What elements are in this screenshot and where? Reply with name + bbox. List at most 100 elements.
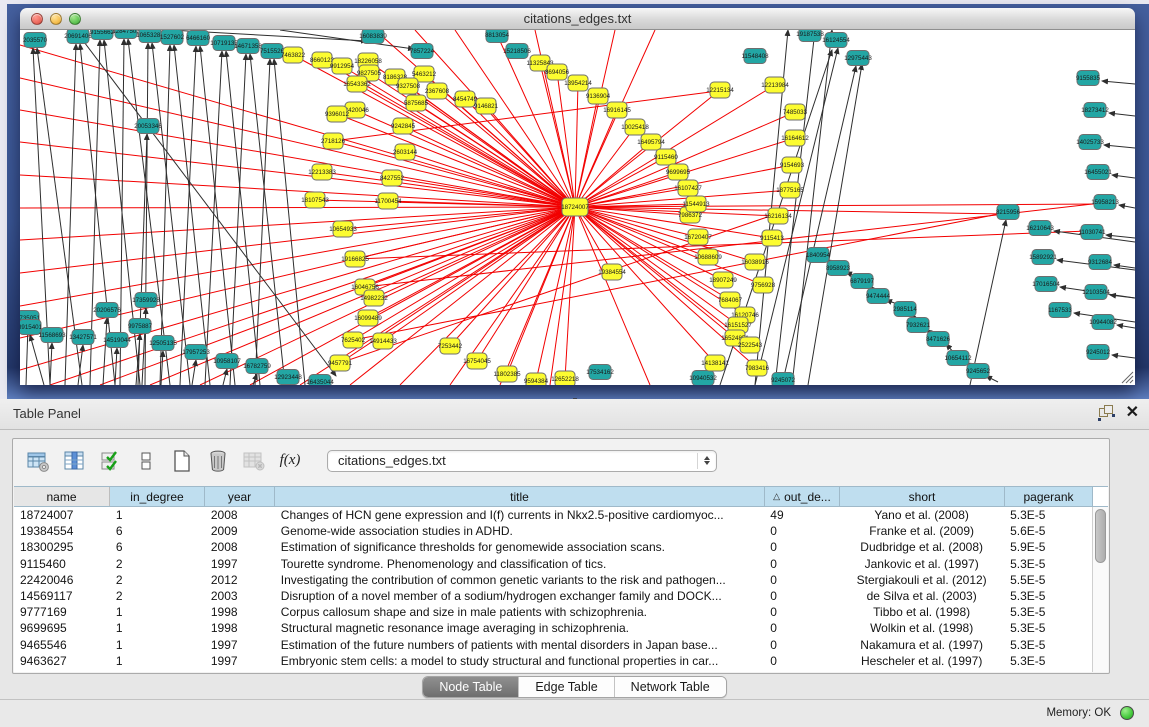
graph-node[interactable]: 9396012 bbox=[325, 106, 350, 122]
graph-node[interactable]: 9146821 bbox=[474, 98, 499, 114]
column-header-short[interactable]: short bbox=[840, 487, 1005, 506]
graph-node[interactable]: 12215134 bbox=[706, 82, 734, 98]
table-row[interactable]: 946362711997Embryonic stem cells: a mode… bbox=[14, 653, 1092, 669]
column-header-title[interactable]: title bbox=[275, 487, 765, 506]
graph-node[interactable]: 16782759 bbox=[243, 359, 271, 374]
graph-node[interactable]: 9474444 bbox=[866, 289, 891, 304]
scrollbar-thumb[interactable] bbox=[1095, 509, 1106, 563]
table-row[interactable]: 946554611997Estimation of the future num… bbox=[14, 637, 1092, 653]
graph-node[interactable]: 7463822 bbox=[281, 47, 306, 63]
graph-node[interactable]: 7485033 bbox=[783, 104, 808, 120]
graph-node[interactable]: 9155835 bbox=[1076, 71, 1101, 86]
graph-node[interactable]: 14914433 bbox=[369, 333, 397, 349]
graph-node[interactable]: 13954214 bbox=[564, 75, 592, 91]
graph-node[interactable]: 9699695 bbox=[666, 164, 691, 180]
graph-node[interactable]: 16210643 bbox=[1026, 221, 1054, 236]
graph-node[interactable]: 7253442 bbox=[438, 338, 463, 354]
delete-table-icon[interactable] bbox=[241, 448, 267, 474]
graph-node[interactable]: 11544913 bbox=[682, 196, 710, 212]
column-header-pagerank[interactable]: pagerank bbox=[1005, 487, 1093, 506]
graph-node[interactable]: 9115460 bbox=[654, 149, 678, 165]
column-header-year[interactable]: year bbox=[205, 487, 275, 506]
graph-node[interactable]: 10940532 bbox=[689, 371, 717, 386]
graph-node[interactable]: 10944082 bbox=[1089, 315, 1117, 330]
graph-node[interactable]: 12213984 bbox=[761, 77, 789, 93]
graph-node[interactable]: 7932621 bbox=[906, 318, 931, 333]
graph-node[interactable]: 1840954 bbox=[806, 248, 831, 263]
graph-node[interactable]: 12505135 bbox=[149, 336, 177, 351]
graph-node[interactable]: 1527602 bbox=[160, 30, 185, 45]
table-row[interactable]: 969969511998Structural magnetic resonanc… bbox=[14, 620, 1092, 636]
table-row[interactable]: 1938455462009Genome-wide association stu… bbox=[14, 523, 1092, 539]
graph-node[interactable]: 10654933 bbox=[329, 221, 357, 237]
graph-node[interactable]: 2367608 bbox=[425, 83, 450, 99]
minimize-window-button[interactable] bbox=[50, 13, 62, 25]
graph-node[interactable]: 8471626 bbox=[926, 332, 951, 347]
close-window-button[interactable] bbox=[31, 13, 43, 25]
graph-node[interactable]: 9154693 bbox=[780, 157, 805, 173]
graph-node[interactable]: 17534162 bbox=[586, 365, 614, 380]
graph-node[interactable]: 9245012 bbox=[1086, 345, 1111, 360]
graph-node[interactable]: 9245072 bbox=[771, 373, 796, 386]
graph-node[interactable]: 9312684 bbox=[1088, 255, 1113, 270]
graph-node[interactable]: 14519044 bbox=[103, 333, 131, 348]
graph-node[interactable]: 9136904 bbox=[586, 88, 611, 104]
graph-node[interactable]: 8694056 bbox=[545, 64, 570, 80]
graph-node[interactable]: 5875685 bbox=[404, 95, 429, 111]
graph-node[interactable]: 20691406 bbox=[64, 30, 92, 44]
graph-node[interactable]: 18107543 bbox=[301, 192, 329, 208]
close-panel-icon[interactable]: ✕ bbox=[1126, 405, 1139, 420]
function-builder-icon[interactable]: f(x) bbox=[277, 448, 303, 474]
graph-node[interactable]: 16124554 bbox=[822, 33, 850, 48]
graph-node[interactable]: 20206576 bbox=[93, 303, 121, 318]
graph-node[interactable]: 9155662 bbox=[90, 30, 115, 40]
row-height-icon[interactable] bbox=[133, 448, 159, 474]
graph-node[interactable]: 16083839 bbox=[359, 30, 387, 44]
graph-node[interactable]: 15958213 bbox=[1091, 195, 1119, 210]
graph-node[interactable]: 10958107 bbox=[213, 354, 241, 369]
table-row[interactable]: 977716911998Corpus callosum shape and si… bbox=[14, 604, 1092, 620]
graph-node[interactable]: 15892921 bbox=[1029, 250, 1057, 265]
graph-node[interactable]: 14982232 bbox=[360, 290, 388, 306]
column-header-name[interactable]: name bbox=[14, 487, 110, 506]
graph-node[interactable]: 2035570 bbox=[23, 33, 48, 48]
column-header-out_de[interactable]: △out_de... bbox=[765, 487, 840, 506]
network-window-titlebar[interactable]: citations_edges.txt bbox=[20, 8, 1135, 30]
tab-edge-table[interactable]: Edge Table bbox=[519, 677, 614, 697]
graph-node[interactable]: 16435044 bbox=[306, 375, 334, 386]
graph-node[interactable]: 7983416 bbox=[745, 360, 770, 376]
new-column-icon[interactable] bbox=[169, 448, 195, 474]
select-rows-icon[interactable] bbox=[97, 448, 123, 474]
graph-node[interactable]: 18724007 bbox=[561, 198, 589, 216]
table-row[interactable]: 2242004622012Investigating the contribut… bbox=[14, 572, 1092, 588]
graph-node[interactable]: 9242845 bbox=[391, 118, 416, 134]
graph-node[interactable]: 20053346 bbox=[134, 119, 162, 134]
graph-node[interactable]: 16099489 bbox=[354, 310, 382, 326]
graph-node[interactable]: 19166825 bbox=[341, 251, 369, 267]
graph-node[interactable]: 19384554 bbox=[598, 264, 626, 280]
graph-node[interactable]: 6466160 bbox=[186, 31, 211, 46]
graph-node[interactable]: 9756928 bbox=[751, 277, 776, 293]
graph-node[interactable]: 6879197 bbox=[850, 274, 875, 289]
table-row[interactable]: 1830029562008Estimation of significance … bbox=[14, 539, 1092, 555]
graph-node[interactable]: 11030741 bbox=[1078, 225, 1106, 240]
graph-node[interactable]: 10654112 bbox=[944, 351, 972, 366]
graph-node[interactable]: 7857224 bbox=[410, 44, 435, 59]
resize-grip[interactable] bbox=[1122, 372, 1133, 383]
graph-node[interactable]: 9975887 bbox=[128, 319, 153, 334]
table-selector-dropdown[interactable]: citations_edges.txt bbox=[327, 450, 717, 472]
graph-node[interactable]: 14671358 bbox=[234, 39, 262, 54]
tab-node-table[interactable]: Node Table bbox=[423, 677, 519, 697]
network-canvas[interactable]: 2035570206914069155662128475031065328715… bbox=[20, 30, 1135, 385]
network-window[interactable]: citations_edges.txt 2035570 2069140691556… bbox=[20, 8, 1135, 385]
graph-node[interactable]: 18273412 bbox=[1081, 103, 1109, 118]
graph-node[interactable]: 8813054 bbox=[485, 30, 510, 43]
graph-node[interactable]: 11802385 bbox=[493, 366, 521, 382]
graph-node[interactable]: 8215956 bbox=[996, 205, 1021, 220]
zoom-window-button[interactable] bbox=[69, 13, 81, 25]
graph-node[interactable]: 9912954 bbox=[330, 58, 355, 74]
graph-node[interactable]: 1167533 bbox=[1048, 303, 1072, 318]
graph-node[interactable]: 9594384 bbox=[524, 373, 549, 385]
graph-node[interactable]: 13427571 bbox=[69, 330, 97, 345]
graph-node[interactable]: 2985114 bbox=[893, 302, 917, 317]
